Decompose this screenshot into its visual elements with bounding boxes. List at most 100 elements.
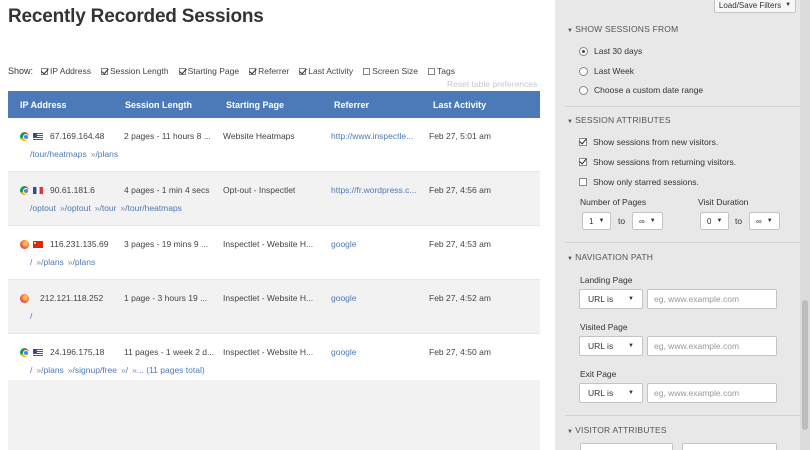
header-last-activity[interactable]: Last Activity [433, 100, 486, 110]
checkbox-new-visitors[interactable]: Show sessions from new visitors. [579, 137, 718, 147]
table-row[interactable]: 212.121.118.252 1 page - 3 hours 19 ... … [8, 280, 540, 334]
visitor-attribute-input[interactable] [682, 443, 777, 450]
radio-custom-range[interactable]: Choose a custom date range [579, 85, 703, 95]
exit-page-label: Exit Page [580, 369, 617, 379]
session-length: 4 pages - 1 min 4 secs [124, 185, 210, 195]
divider [565, 415, 805, 416]
starting-page: Opt-out - Inspectlet [223, 185, 296, 195]
duration-from-select[interactable]: 0 ▼ [700, 212, 729, 230]
exit-page-input[interactable] [647, 383, 777, 403]
table-row[interactable]: 67.169.164.48 2 pages - 11 hours 8 ... W… [8, 118, 540, 172]
section-sessions-from[interactable]: ▼ SHOW SESSIONS FROM [567, 24, 678, 34]
load-save-filters-button[interactable]: Load/Save Filters ▼ [714, 0, 796, 13]
path-more-link[interactable]: ... (11 pages total) [137, 365, 205, 375]
checkbox[interactable] [100, 67, 108, 75]
toggle-last-activity[interactable]: Last Activity [299, 66, 353, 76]
path-link[interactable]: /plans [41, 365, 64, 375]
toggle-tags[interactable]: Tags [428, 66, 455, 76]
landing-page-label: Landing Page [580, 275, 633, 285]
section-session-attributes[interactable]: ▼ SESSION ATTRIBUTES [567, 115, 671, 125]
path-link[interactable]: / [126, 365, 128, 375]
pages-to-select[interactable]: ∞ ▼ [632, 212, 663, 230]
toggle-screen-size[interactable]: Screen Size [363, 66, 418, 76]
radio-last-week[interactable]: Last Week [579, 66, 634, 76]
last-activity: Feb 27, 4:56 am [429, 185, 491, 195]
checkbox[interactable] [249, 67, 257, 75]
triangle-down-icon: ▼ [567, 429, 574, 435]
toggle-starting-page[interactable]: Starting Page [178, 66, 239, 76]
path-link[interactable]: / [30, 365, 32, 375]
header-referrer[interactable]: Referrer [334, 100, 369, 110]
checkbox-returning-visitors[interactable]: Show sessions from returning visitors. [579, 157, 736, 167]
referrer-link[interactable]: google [331, 347, 357, 357]
checkbox[interactable] [579, 138, 587, 146]
referrer-link[interactable]: https://fr.wordpress.c... [331, 185, 417, 195]
header-starting-page[interactable]: Starting Page [226, 100, 284, 110]
navigation-path: /» /plans» /plans [30, 257, 95, 267]
checkbox[interactable] [363, 67, 371, 75]
checkbox[interactable] [579, 158, 587, 166]
header-ip-address[interactable]: IP Address [20, 100, 67, 110]
duration-to-select[interactable]: ∞ ▼ [749, 212, 780, 230]
checkbox[interactable] [178, 67, 186, 75]
checkbox[interactable] [428, 67, 436, 75]
path-link[interactable]: / [30, 311, 32, 321]
referrer-link[interactable]: google [331, 293, 357, 303]
visited-page-label: Visited Page [580, 322, 628, 332]
ip-address: 67.169.164.48 [50, 131, 105, 141]
section-navigation-path[interactable]: ▼ NAVIGATION PATH [567, 252, 653, 262]
session-length: 2 pages - 11 hours 8 ... [124, 131, 211, 141]
header-session-length[interactable]: Session Length [125, 100, 192, 110]
path-link[interactable]: /plans [95, 149, 118, 159]
chrome-icon [20, 185, 29, 195]
referrer-link[interactable]: google [331, 239, 357, 249]
starting-page: Inspectlet - Website H... [223, 239, 314, 249]
path-link[interactable]: /tour/heatmaps [125, 203, 182, 213]
ip-address: 212.121.118.252 [40, 293, 104, 303]
path-link[interactable]: / [30, 257, 32, 267]
page-title: Recently Recorded Sessions [8, 6, 264, 27]
to-label: to [618, 216, 626, 226]
firefox-icon [20, 293, 29, 303]
pages-from-select[interactable]: 1 ▼ [582, 212, 611, 230]
visited-page-input[interactable] [647, 336, 777, 356]
exit-page-operator-select[interactable]: URL is ▼ [579, 383, 643, 403]
path-link[interactable]: /tour [99, 203, 116, 213]
checkbox[interactable] [299, 67, 307, 75]
landing-page-input[interactable] [647, 289, 777, 309]
path-link[interactable]: /tour/heatmaps [30, 149, 87, 159]
radio-last-30-days[interactable]: Last 30 days [579, 46, 642, 56]
checkbox[interactable] [41, 67, 49, 75]
section-visitor-attributes[interactable]: ▼ VISITOR ATTRIBUTES [567, 425, 667, 435]
radio-button[interactable] [579, 46, 588, 56]
divider [565, 242, 805, 243]
session-length: 1 page - 3 hours 19 ... [124, 293, 208, 303]
column-toggle-row: Show: IP Address Session Length Starting… [8, 65, 465, 77]
landing-page-operator-select[interactable]: URL is ▼ [579, 289, 643, 309]
scrollbar-thumb[interactable] [802, 300, 808, 430]
navigation-path: /» /plans» /signup/free» /» ... (11 page… [30, 365, 205, 375]
table-row[interactable]: 90.61.181.6 4 pages - 1 min 4 secs Opt-o… [8, 172, 540, 226]
path-link[interactable]: /signup/free [73, 365, 117, 375]
visitor-attribute-select[interactable] [580, 443, 673, 450]
referrer-link[interactable]: http://www.inspectle... [331, 131, 413, 141]
checkbox[interactable] [579, 178, 587, 186]
triangle-down-icon: ▼ [649, 218, 656, 224]
table-row[interactable]: 116.231.135.69 3 pages - 19 mins 9 ... I… [8, 226, 540, 280]
ip-address: 24.196.175.18 [50, 347, 105, 357]
chrome-icon [20, 347, 29, 357]
visited-page-operator-select[interactable]: URL is ▼ [579, 336, 643, 356]
path-link[interactable]: /optout [30, 203, 56, 213]
toggle-ip-address[interactable]: IP Address [41, 66, 91, 76]
toggle-referrer[interactable]: Referrer [249, 66, 289, 76]
reset-table-preferences-link[interactable]: Reset table preferences [447, 79, 537, 89]
checkbox-starred-only[interactable]: Show only starred sessions. [579, 177, 699, 187]
path-link[interactable]: /plans [41, 257, 64, 267]
path-link[interactable]: /optout [65, 203, 91, 213]
triangle-down-icon: ▼ [598, 218, 605, 224]
radio-button[interactable] [579, 66, 588, 76]
radio-button[interactable] [579, 85, 588, 95]
path-link[interactable]: /plans [73, 257, 96, 267]
toggle-session-length[interactable]: Session Length [100, 66, 169, 76]
divider [565, 106, 805, 107]
